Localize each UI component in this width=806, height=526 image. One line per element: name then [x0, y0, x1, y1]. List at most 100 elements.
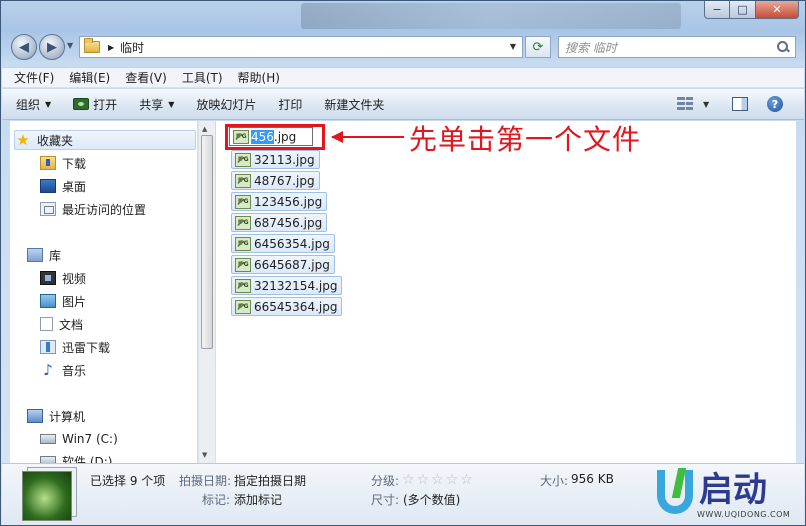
file-name: 6645687.jpg [254, 257, 330, 272]
refresh-button[interactable]: ⟳ [525, 36, 551, 58]
file-item[interactable]: JPG 6456354.jpg [231, 234, 335, 253]
search-icon[interactable] [777, 41, 789, 53]
jpg-file-icon: JPG [235, 194, 251, 209]
search-box[interactable]: 搜索 临时 [558, 36, 796, 58]
computer-icon [27, 409, 43, 423]
file-list: JPG 32113.jpg JPG 48767.jpg JPG 123456.j… [216, 121, 796, 463]
jpg-file-icon: JPG [235, 278, 251, 293]
search-input[interactable]: 搜索 临时 [565, 39, 777, 56]
address-dropdown-icon[interactable]: ▼ [510, 42, 516, 51]
star-icon[interactable]: ☆ [417, 473, 430, 487]
address-bar[interactable]: ▶ 临时 ▼ [79, 36, 523, 58]
menu-bar: 文件(F) 编辑(E) 查看(V) 工具(T) 帮助(H) [2, 67, 804, 88]
breadcrumb-current[interactable]: 临时 [120, 39, 144, 56]
menu-edit[interactable]: 编辑(E) [69, 69, 110, 86]
nav-scrollbar[interactable]: ▲ ▼ [198, 121, 215, 463]
back-button[interactable]: ◀ [11, 34, 37, 60]
breadcrumb-arrow-icon[interactable]: ▶ [108, 43, 114, 52]
tag-label: 标记: [202, 493, 231, 507]
nav-item-recent-places[interactable]: 最近访问的位置 [40, 199, 146, 219]
nav-item-drive-d[interactable]: 软件 (D:) [40, 451, 112, 463]
nav-item-computer[interactable]: 计算机 [27, 406, 85, 426]
logo-u-mark [657, 470, 693, 514]
nav-label: Win7 (C:) [62, 432, 118, 446]
thunder-download-icon [40, 340, 56, 354]
callout-arrow-icon [331, 131, 343, 143]
menu-view[interactable]: 查看(V) [125, 69, 167, 86]
tag-value[interactable]: 添加标记 [234, 491, 282, 508]
share-button[interactable]: 共享 ▼ [139, 96, 174, 113]
recent-pages-dropdown-icon[interactable]: ▼ [67, 41, 73, 50]
organize-button[interactable]: 组织 ▼ [16, 96, 51, 113]
file-name: 66545364.jpg [254, 299, 338, 314]
nav-item-videos[interactable]: 视频 [40, 268, 86, 288]
nav-item-documents[interactable]: 文档 [40, 314, 83, 334]
size-label: 大小: [540, 474, 569, 488]
forward-button[interactable]: ▶ [39, 34, 65, 60]
jpg-file-icon: JPG [235, 215, 251, 230]
file-item[interactable]: JPG 32113.jpg [231, 150, 320, 169]
help-icon[interactable]: ? [767, 96, 783, 112]
file-item[interactable]: JPG 687456.jpg [231, 213, 328, 232]
star-icon[interactable]: ☆ [446, 473, 459, 487]
annotation-text: 先单击第一个文件 [409, 123, 642, 156]
menu-file[interactable]: 文件(F) [14, 69, 54, 86]
file-item[interactable]: JPG 32132154.jpg [231, 276, 343, 295]
nav-item-music[interactable]: ♪ 音乐 [40, 360, 86, 380]
nav-item-downloads[interactable]: 下载 [40, 153, 86, 173]
date-label: 拍摄日期: [179, 474, 232, 488]
dimensions-value: (多个数值) [403, 493, 461, 507]
scroll-thumb[interactable] [201, 135, 213, 349]
star-icon[interactable]: ☆ [460, 473, 473, 487]
file-item[interactable]: JPG 66545364.jpg [231, 297, 343, 316]
organize-label: 组织 [16, 97, 41, 112]
rating-stars[interactable]: ☆ ☆ ☆ ☆ ☆ [402, 473, 473, 487]
menu-help[interactable]: 帮助(H) [238, 69, 280, 86]
file-name: 687456.jpg [254, 215, 323, 230]
slideshow-button[interactable]: 放映幻灯片 [196, 96, 256, 113]
jpg-file-icon: JPG [235, 299, 251, 314]
nav-item-pictures[interactable]: 图片 [40, 291, 86, 311]
jpg-file-icon: JPG [235, 152, 251, 167]
file-name: 32113.jpg [254, 152, 315, 167]
star-icon[interactable]: ☆ [431, 473, 444, 487]
photo-viewer-icon [73, 98, 90, 110]
file-item[interactable]: JPG 123456.jpg [231, 192, 328, 211]
open-button[interactable]: 打开 [73, 96, 117, 113]
scroll-down-icon[interactable]: ▼ [202, 451, 207, 459]
preview-pane-icon[interactable] [732, 97, 748, 111]
nav-item-desktop[interactable]: 桌面 [40, 176, 86, 196]
date-value[interactable]: 指定拍摄日期 [234, 472, 306, 489]
nav-item-thunder-downloads[interactable]: 迅雷下载 [40, 337, 110, 357]
titlebar-background [301, 3, 681, 29]
nav-item-favorites[interactable]: ★ 收藏夹 [14, 130, 196, 150]
share-label: 共享 [139, 97, 164, 112]
change-view-icon[interactable] [677, 97, 693, 111]
scroll-up-icon[interactable]: ▲ [202, 125, 207, 133]
details-pane: 已选择 9 个项 拍摄日期: 指定拍摄日期 标记: 添加标记 分级: ☆ ☆ ☆… [2, 463, 804, 525]
file-item[interactable]: JPG 6645687.jpg [231, 255, 335, 274]
logo-url: WWW.UQIDONG.COM [697, 510, 791, 519]
close-button[interactable]: ✕ [756, 1, 799, 19]
nav-label: 收藏夹 [37, 133, 74, 148]
view-dropdown-icon[interactable]: ▼ [703, 100, 709, 109]
file-item[interactable]: JPG 48767.jpg [231, 171, 320, 190]
maximize-button[interactable]: □ [730, 1, 756, 19]
menu-tools[interactable]: 工具(T) [182, 69, 223, 86]
nav-item-drive-c[interactable]: Win7 (C:) [40, 429, 118, 449]
jpg-file-icon: JPG [235, 257, 251, 272]
explorer-window: − □ ✕ ◀ ▶ ▼ ▶ 临时 ▼ ⟳ 搜索 临时 文件(F) 编辑(E) 查… [0, 0, 806, 526]
selection-thumbnail [22, 471, 72, 521]
forward-arrow-icon: ▶ [47, 39, 57, 55]
nav-label: 库 [49, 248, 62, 263]
open-label: 打开 [93, 97, 118, 112]
pictures-icon [40, 294, 56, 308]
desktop-icon [40, 179, 56, 193]
nav-label: 图片 [62, 294, 87, 309]
size-value: 956 KB [571, 472, 614, 486]
minimize-button[interactable]: − [704, 1, 730, 19]
print-button[interactable]: 打印 [278, 96, 302, 113]
nav-item-libraries[interactable]: 库 [27, 245, 61, 265]
star-icon[interactable]: ☆ [402, 473, 415, 487]
new-folder-button[interactable]: 新建文件夹 [324, 96, 384, 113]
